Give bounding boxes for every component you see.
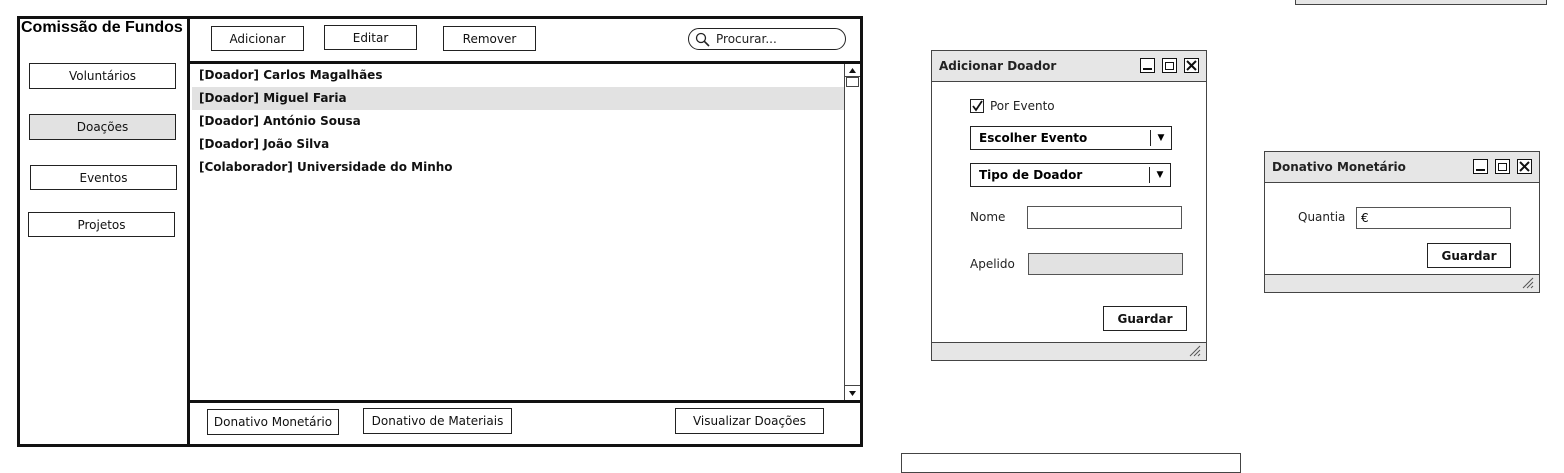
- search-icon: [695, 32, 710, 47]
- close-icon[interactable]: [1184, 58, 1199, 73]
- search-placeholder: Procurar...: [716, 32, 777, 46]
- scroll-up-icon: [849, 67, 856, 73]
- by-event-checkbox[interactable]: [970, 99, 984, 113]
- list-item[interactable]: [Doador] António Sousa: [192, 110, 844, 133]
- surname-label: Apelido: [970, 257, 1015, 271]
- offscreen-window-bottom: [901, 453, 1241, 473]
- scroll-down-icon: [849, 390, 856, 396]
- monetary-title: Donativo Monetário: [1272, 160, 1406, 174]
- nav-projetos-button[interactable]: Projetos: [28, 212, 175, 237]
- maximize-icon[interactable]: [1162, 58, 1177, 73]
- list-scrollbar[interactable]: [844, 64, 860, 400]
- amount-label: Quantia: [1298, 210, 1346, 224]
- minimize-icon[interactable]: [1140, 58, 1155, 73]
- add-button[interactable]: Adicionar: [211, 26, 304, 51]
- resize-grip-icon[interactable]: [1187, 345, 1201, 357]
- list-item-selected[interactable]: [Doador] Miguel Faria: [192, 87, 844, 110]
- choose-event-select[interactable]: Escolher Evento ▼: [970, 126, 1172, 150]
- scroll-thumb[interactable]: [846, 77, 859, 87]
- monetary-window: Donativo Monetário Quantia € Guardar: [1264, 151, 1540, 293]
- add-donor-save-button[interactable]: Guardar: [1103, 306, 1187, 331]
- checkmark-icon: [972, 100, 983, 112]
- materials-donation-button[interactable]: Donativo de Materiais: [363, 408, 512, 434]
- monetary-donation-button[interactable]: Donativo Monetário: [207, 409, 339, 435]
- list-item[interactable]: [Doador] Carlos Magalhães: [192, 64, 844, 87]
- sidebar-divider: [187, 16, 190, 447]
- amount-field[interactable]: €: [1356, 207, 1511, 229]
- chevron-down-icon: ▼: [1149, 167, 1170, 183]
- scroll-down-button[interactable]: [845, 385, 860, 400]
- by-event-label: Por Evento: [990, 99, 1055, 113]
- maximize-icon[interactable]: [1495, 159, 1510, 174]
- add-donor-window: Adicionar Doador Por Evento Escolher Eve…: [931, 50, 1207, 361]
- list-item[interactable]: [Colaborador] Universidade do Minho: [192, 156, 844, 179]
- add-donor-statusbar: [932, 342, 1206, 360]
- resize-grip-icon[interactable]: [1520, 277, 1534, 289]
- edit-button[interactable]: Editar: [324, 25, 417, 50]
- nav-doacoes-button[interactable]: Doações: [29, 114, 176, 140]
- monetary-statusbar: [1265, 274, 1539, 292]
- monetary-save-button[interactable]: Guardar: [1427, 243, 1511, 268]
- view-donations-button[interactable]: Visualizar Doações: [675, 408, 824, 434]
- list-item[interactable]: [Doador] João Silva: [192, 133, 844, 156]
- scroll-up-button[interactable]: [845, 64, 860, 77]
- donor-type-value: Tipo de Doador: [979, 168, 1083, 182]
- nav-eventos-button[interactable]: Eventos: [30, 165, 177, 190]
- minimize-icon[interactable]: [1473, 159, 1488, 174]
- search-input[interactable]: Procurar...: [688, 28, 846, 50]
- surname-field[interactable]: [1028, 253, 1183, 275]
- remove-button[interactable]: Remover: [443, 26, 536, 51]
- app-title: Comissão de Fundos: [21, 19, 183, 36]
- offscreen-window-top: [1295, 0, 1547, 5]
- choose-event-value: Escolher Evento: [979, 131, 1088, 145]
- name-label: Nome: [970, 210, 1006, 224]
- chevron-down-icon: ▼: [1150, 130, 1171, 146]
- name-field[interactable]: [1027, 206, 1182, 229]
- list-bottom-border: [187, 400, 863, 403]
- nav-voluntarios-button[interactable]: Voluntários: [29, 63, 176, 89]
- amount-value: €: [1361, 211, 1369, 225]
- add-donor-title: Adicionar Doador: [939, 59, 1057, 73]
- close-icon[interactable]: [1517, 159, 1532, 174]
- donor-type-select[interactable]: Tipo de Doador ▼: [970, 163, 1171, 187]
